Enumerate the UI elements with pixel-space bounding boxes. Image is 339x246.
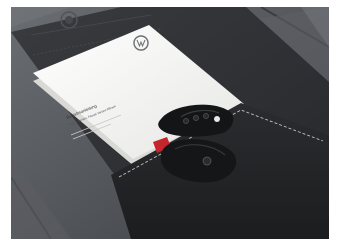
key-vw-badge-icon	[214, 116, 220, 122]
lock-button-icon	[183, 118, 189, 124]
trunk-button-icon	[203, 113, 209, 119]
photo: Betriebsanleitung Passat Variant, Passat…	[11, 7, 329, 239]
unlock-button-icon	[193, 115, 199, 121]
flip-button-icon	[202, 156, 212, 166]
photo-illustration: Betriebsanleitung Passat Variant, Passat…	[11, 7, 329, 239]
